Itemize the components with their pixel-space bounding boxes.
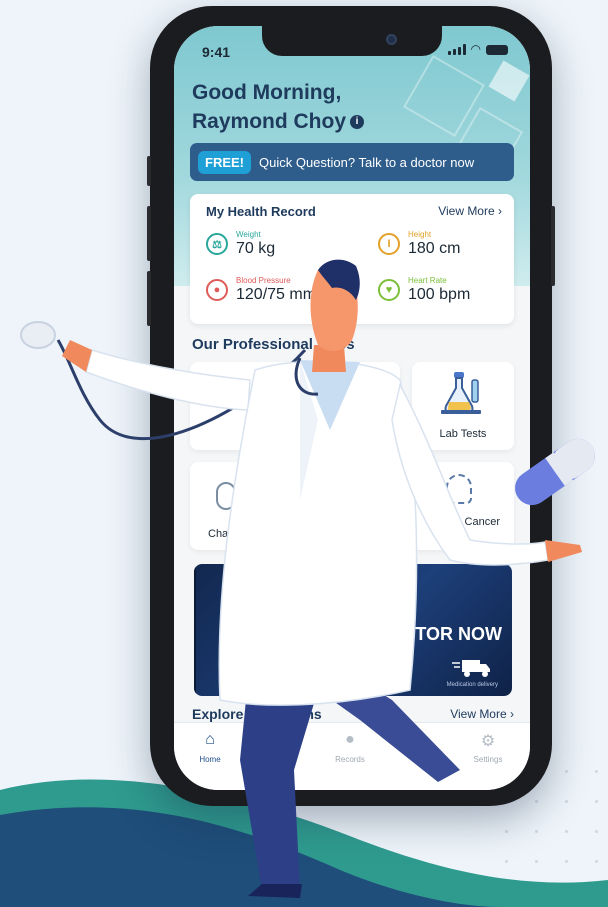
metric-value: 120/75 mm xyxy=(236,286,317,303)
health-record-view-more[interactable]: View More › xyxy=(438,204,502,218)
notification-icon: ◆ xyxy=(411,733,425,750)
wifi-icon: ◠ xyxy=(470,42,481,56)
free-badge: FREE! xyxy=(198,150,251,174)
explore-title: Explore ns xyxy=(192,706,322,722)
chat-icon xyxy=(216,482,236,510)
phone-frame: 9:41 ◠ Good Morning, Raymond Choy i FREE!… xyxy=(147,6,555,806)
blood-drop-icon: ● xyxy=(206,279,228,301)
gear-icon: ⚙ xyxy=(480,733,496,750)
metric-weight[interactable]: ⚖ Weight 70 kg xyxy=(206,230,275,258)
quick-question-banner[interactable]: FREE! Quick Question? Talk to a doctor n… xyxy=(190,143,514,181)
tab-label: Settings xyxy=(473,755,503,764)
chevron-right-icon: › xyxy=(498,204,502,218)
explore-title-head: Explore xyxy=(192,706,244,722)
home-icon: ⌂ xyxy=(205,731,215,748)
scale-icon: ⚖ xyxy=(206,233,228,255)
services-title: Our Professional vices xyxy=(192,336,355,353)
ruler-icon: I xyxy=(378,233,400,255)
view-more-label: View More xyxy=(438,204,495,218)
promo-carousel-banner[interactable]: TOR NOW Medication delivery xyxy=(194,564,512,696)
tab-label: Home xyxy=(199,755,221,764)
health-record-title: My Health Record xyxy=(206,204,316,219)
status-time: 9:41 xyxy=(202,44,231,60)
explore-title-tail: ns xyxy=(305,706,322,722)
banner-caption: Medication delivery xyxy=(446,682,498,688)
tab-settings[interactable]: ⚙ Settings xyxy=(458,731,518,764)
metric-value: 100 bpm xyxy=(408,286,471,303)
metric-value: 70 kg xyxy=(236,240,276,257)
service-tile-cancer[interactable]: Cancer xyxy=(412,462,514,550)
battery-icon xyxy=(486,44,508,55)
delivery-truck-icon xyxy=(452,660,490,677)
tab-notifications[interactable]: ◆ s xyxy=(388,731,448,764)
explore-view-more[interactable]: View More › xyxy=(450,707,514,721)
service-tile-1[interactable] xyxy=(190,362,400,450)
service-label: Cha xyxy=(208,528,229,540)
metric-value: 180 cm xyxy=(408,240,461,257)
metric-label: Height xyxy=(408,230,432,239)
status-icons: ◠ xyxy=(447,42,508,56)
flask-icon xyxy=(441,372,481,414)
metric-blood-pressure[interactable]: ● Blood Pressure 120/75 mm xyxy=(206,276,316,304)
promo-text: Quick Question? Talk to a doctor now xyxy=(259,154,475,170)
head-icon xyxy=(446,474,472,504)
service-label: Lab Tests xyxy=(439,428,487,440)
tab-label: Records xyxy=(335,755,365,764)
service-tile-chat[interactable]: Cha xyxy=(190,462,292,550)
banner-headline: TOR NOW xyxy=(415,624,502,644)
health-record-card: My Health Record View More › ⚖ Weight 70 … xyxy=(190,194,514,324)
tab-label: s xyxy=(416,755,420,764)
metric-label: Weight xyxy=(236,230,261,239)
tab-home[interactable]: ⌂ Home xyxy=(180,731,240,764)
metric-height[interactable]: I Height 180 cm xyxy=(378,230,460,258)
user-name: Raymond Choy xyxy=(192,110,347,133)
metric-heart-rate[interactable]: ♥ Heart Rate 100 bpm xyxy=(378,276,470,304)
chevron-right-icon: › xyxy=(510,707,514,721)
metric-label: Blood Pressure xyxy=(236,276,291,285)
metric-label: Heart Rate xyxy=(408,276,447,285)
notch xyxy=(262,26,442,56)
tab-records[interactable]: ● Records xyxy=(320,731,380,764)
app-screen: 9:41 ◠ Good Morning, Raymond Choy i FREE!… xyxy=(174,26,530,790)
person-icon: ● xyxy=(345,731,355,748)
greeting: Good Morning, Raymond Choy i xyxy=(192,78,365,136)
service-tile-lab-tests[interactable]: Lab Tests xyxy=(412,362,514,450)
heart-icon: ♥ xyxy=(378,279,400,301)
bottom-tab-bar: ⌂ Home ● Records ◆ s ⚙ Settings xyxy=(174,722,530,790)
service-label: Cancer xyxy=(464,516,500,528)
info-icon[interactable]: i xyxy=(350,115,365,130)
greeting-line: Good Morning, xyxy=(192,81,342,104)
explore-view-more-label: View More xyxy=(450,707,507,721)
signal-icon xyxy=(447,44,466,55)
